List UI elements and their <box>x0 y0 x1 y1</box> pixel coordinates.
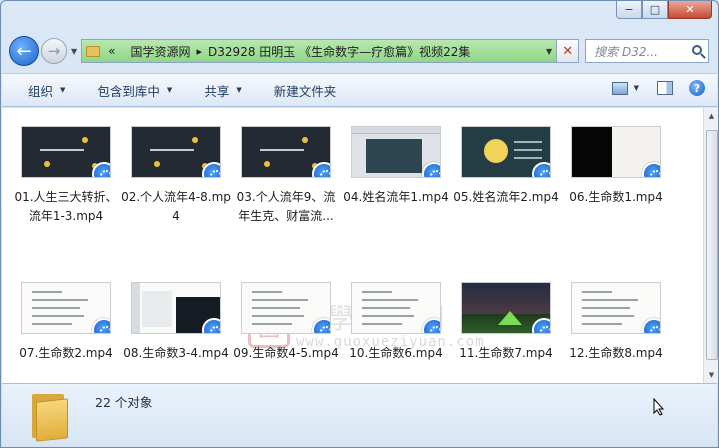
video-thumbnail <box>241 282 331 334</box>
file-item[interactable]: 05.姓名流年2.mp4 <box>451 126 561 207</box>
address-bar[interactable]: « 国学资源网 ▸ D32928 田明玉 《生命数字—疗愈篇》视频22集 ▼ <box>81 39 558 63</box>
include-in-library-label: 包含到库中 <box>97 83 160 99</box>
file-item[interactable]: 09.生命数4-5.mp4 <box>231 282 341 363</box>
command-bar: 组织 ▼ 包含到库中 ▼ 共享 ▼ 新建文件夹 ▼ ? <box>2 73 717 107</box>
share-menu[interactable]: 共享 ▼ <box>204 81 241 100</box>
video-thumbnail <box>131 282 221 334</box>
share-label: 共享 <box>204 83 230 99</box>
file-name: 07.生命数2.mp4 <box>19 346 113 360</box>
search-placeholder: 搜索 D32... <box>594 44 658 59</box>
media-player-icon <box>532 318 550 333</box>
forward-arrow-icon[interactable]: → <box>41 38 67 64</box>
video-thumbnail <box>351 282 441 334</box>
file-name: 02.个人流年4-8.mp4 <box>121 190 231 223</box>
file-name: 05.姓名流年2.mp4 <box>453 190 559 204</box>
stop-loading-button[interactable]: ✕ <box>557 39 580 63</box>
video-thumbnail <box>571 282 661 334</box>
media-player-icon <box>202 162 220 177</box>
media-player-icon <box>312 318 330 333</box>
media-player-icon <box>642 318 660 333</box>
breadcrumb-item-current[interactable]: D32928 田明玉 《生命数字—疗愈篇》视频22集 <box>208 43 470 60</box>
media-player-icon <box>312 162 330 177</box>
caption-buttons: − □ ✕ <box>616 1 712 21</box>
video-thumbnail <box>351 126 441 178</box>
file-name: 09.生命数4-5.mp4 <box>233 346 339 360</box>
maximize-button[interactable]: □ <box>642 1 668 19</box>
navigation-bar: ← → ▼ « 国学资源网 ▸ D32928 田明玉 《生命数字—疗愈篇》视频2… <box>9 35 712 67</box>
chevron-down-icon: ▼ <box>166 86 173 94</box>
vertical-scrollbar[interactable]: ▲ ▼ <box>703 108 718 383</box>
media-player-icon <box>642 162 660 177</box>
media-player-icon <box>202 318 220 333</box>
media-player-icon <box>422 162 440 177</box>
organize-menu[interactable]: 组织 ▼ <box>28 81 65 100</box>
folder-icon <box>32 390 70 442</box>
file-item[interactable]: 12.生命数8.mp4 <box>561 282 671 363</box>
chevron-right-icon[interactable]: ▸ <box>197 45 203 58</box>
explorer-window: − □ ✕ ← → ▼ « 国学资源网 ▸ D32928 田明玉 《生命数字—疗… <box>0 0 719 448</box>
file-item[interactable]: 07.生命数2.mp4 <box>11 282 121 363</box>
view-options-dropdown[interactable]: ▼ <box>634 84 639 92</box>
media-player-icon <box>532 162 550 177</box>
item-count: 22 个对象 <box>95 395 153 410</box>
file-item[interactable]: 06.生命数1.mp4 <box>561 126 671 207</box>
file-item[interactable]: 03.个人流年9、流年生克、财富流... <box>231 126 341 226</box>
close-button[interactable]: ✕ <box>668 1 712 19</box>
details-pane: 22 个对象 <box>2 383 717 447</box>
breadcrumb-overflow[interactable]: « <box>108 44 115 58</box>
organize-label: 组织 <box>28 83 54 99</box>
new-folder-label: 新建文件夹 <box>273 83 337 99</box>
video-thumbnail <box>461 282 551 334</box>
file-item[interactable]: 10.生命数6.mp4 <box>341 282 451 363</box>
scroll-down-icon[interactable]: ▼ <box>704 367 718 383</box>
recent-pages-dropdown[interactable]: ▼ <box>71 47 77 56</box>
file-name: 03.个人流年9、流年生克、财富流... <box>236 190 336 223</box>
back-arrow-icon[interactable]: ← <box>9 36 39 66</box>
chevron-down-icon: ▼ <box>60 86 66 94</box>
file-name: 12.生命数8.mp4 <box>569 346 663 360</box>
file-item[interactable]: 01.人生三大转折、流年1-3.mp4 <box>11 126 121 226</box>
media-player-icon <box>92 318 110 333</box>
video-thumbnail <box>571 126 661 178</box>
file-list: 國 國學資源網 www.guoxueziyuan.com 01.人生三大转折、流… <box>2 108 703 383</box>
file-name: 01.人生三大转折、流年1-3.mp4 <box>14 190 118 223</box>
minimize-button[interactable]: − <box>616 1 642 19</box>
scrollbar-thumb[interactable] <box>706 130 718 360</box>
new-folder-button[interactable]: 新建文件夹 <box>274 81 337 100</box>
video-thumbnail <box>21 282 111 334</box>
help-icon[interactable]: ? <box>689 80 705 96</box>
chevron-down-icon: ▼ <box>236 86 242 94</box>
file-name: 11.生命数7.mp4 <box>459 346 553 360</box>
scroll-up-icon[interactable]: ▲ <box>704 108 718 124</box>
file-item[interactable]: 04.姓名流年1.mp4 <box>341 126 451 207</box>
breadcrumb-item-root[interactable]: 国学资源网 <box>131 43 191 60</box>
file-name: 10.生命数6.mp4 <box>349 346 443 360</box>
media-player-icon <box>92 162 110 177</box>
file-name: 08.生命数3-4.mp4 <box>123 346 229 360</box>
video-thumbnail <box>241 126 331 178</box>
include-in-library-menu[interactable]: 包含到库中 ▼ <box>97 81 172 100</box>
video-thumbnail <box>21 126 111 178</box>
video-thumbnail <box>131 126 221 178</box>
file-name: 06.生命数1.mp4 <box>569 190 663 204</box>
preview-pane-icon[interactable] <box>657 81 673 95</box>
search-icon[interactable] <box>692 45 703 55</box>
file-item[interactable]: 08.生命数3-4.mp4 <box>121 282 231 363</box>
address-dropdown-icon[interactable]: ▼ <box>546 47 552 56</box>
change-view-icon[interactable] <box>611 81 628 95</box>
search-input[interactable]: 搜索 D32... <box>585 39 710 63</box>
file-name: 04.姓名流年1.mp4 <box>343 190 449 204</box>
media-player-icon <box>422 318 440 333</box>
video-thumbnail <box>461 126 551 178</box>
folder-icon <box>86 45 101 57</box>
file-item[interactable]: 02.个人流年4-8.mp4 <box>121 126 231 226</box>
file-item[interactable]: 11.生命数7.mp4 <box>451 282 561 363</box>
